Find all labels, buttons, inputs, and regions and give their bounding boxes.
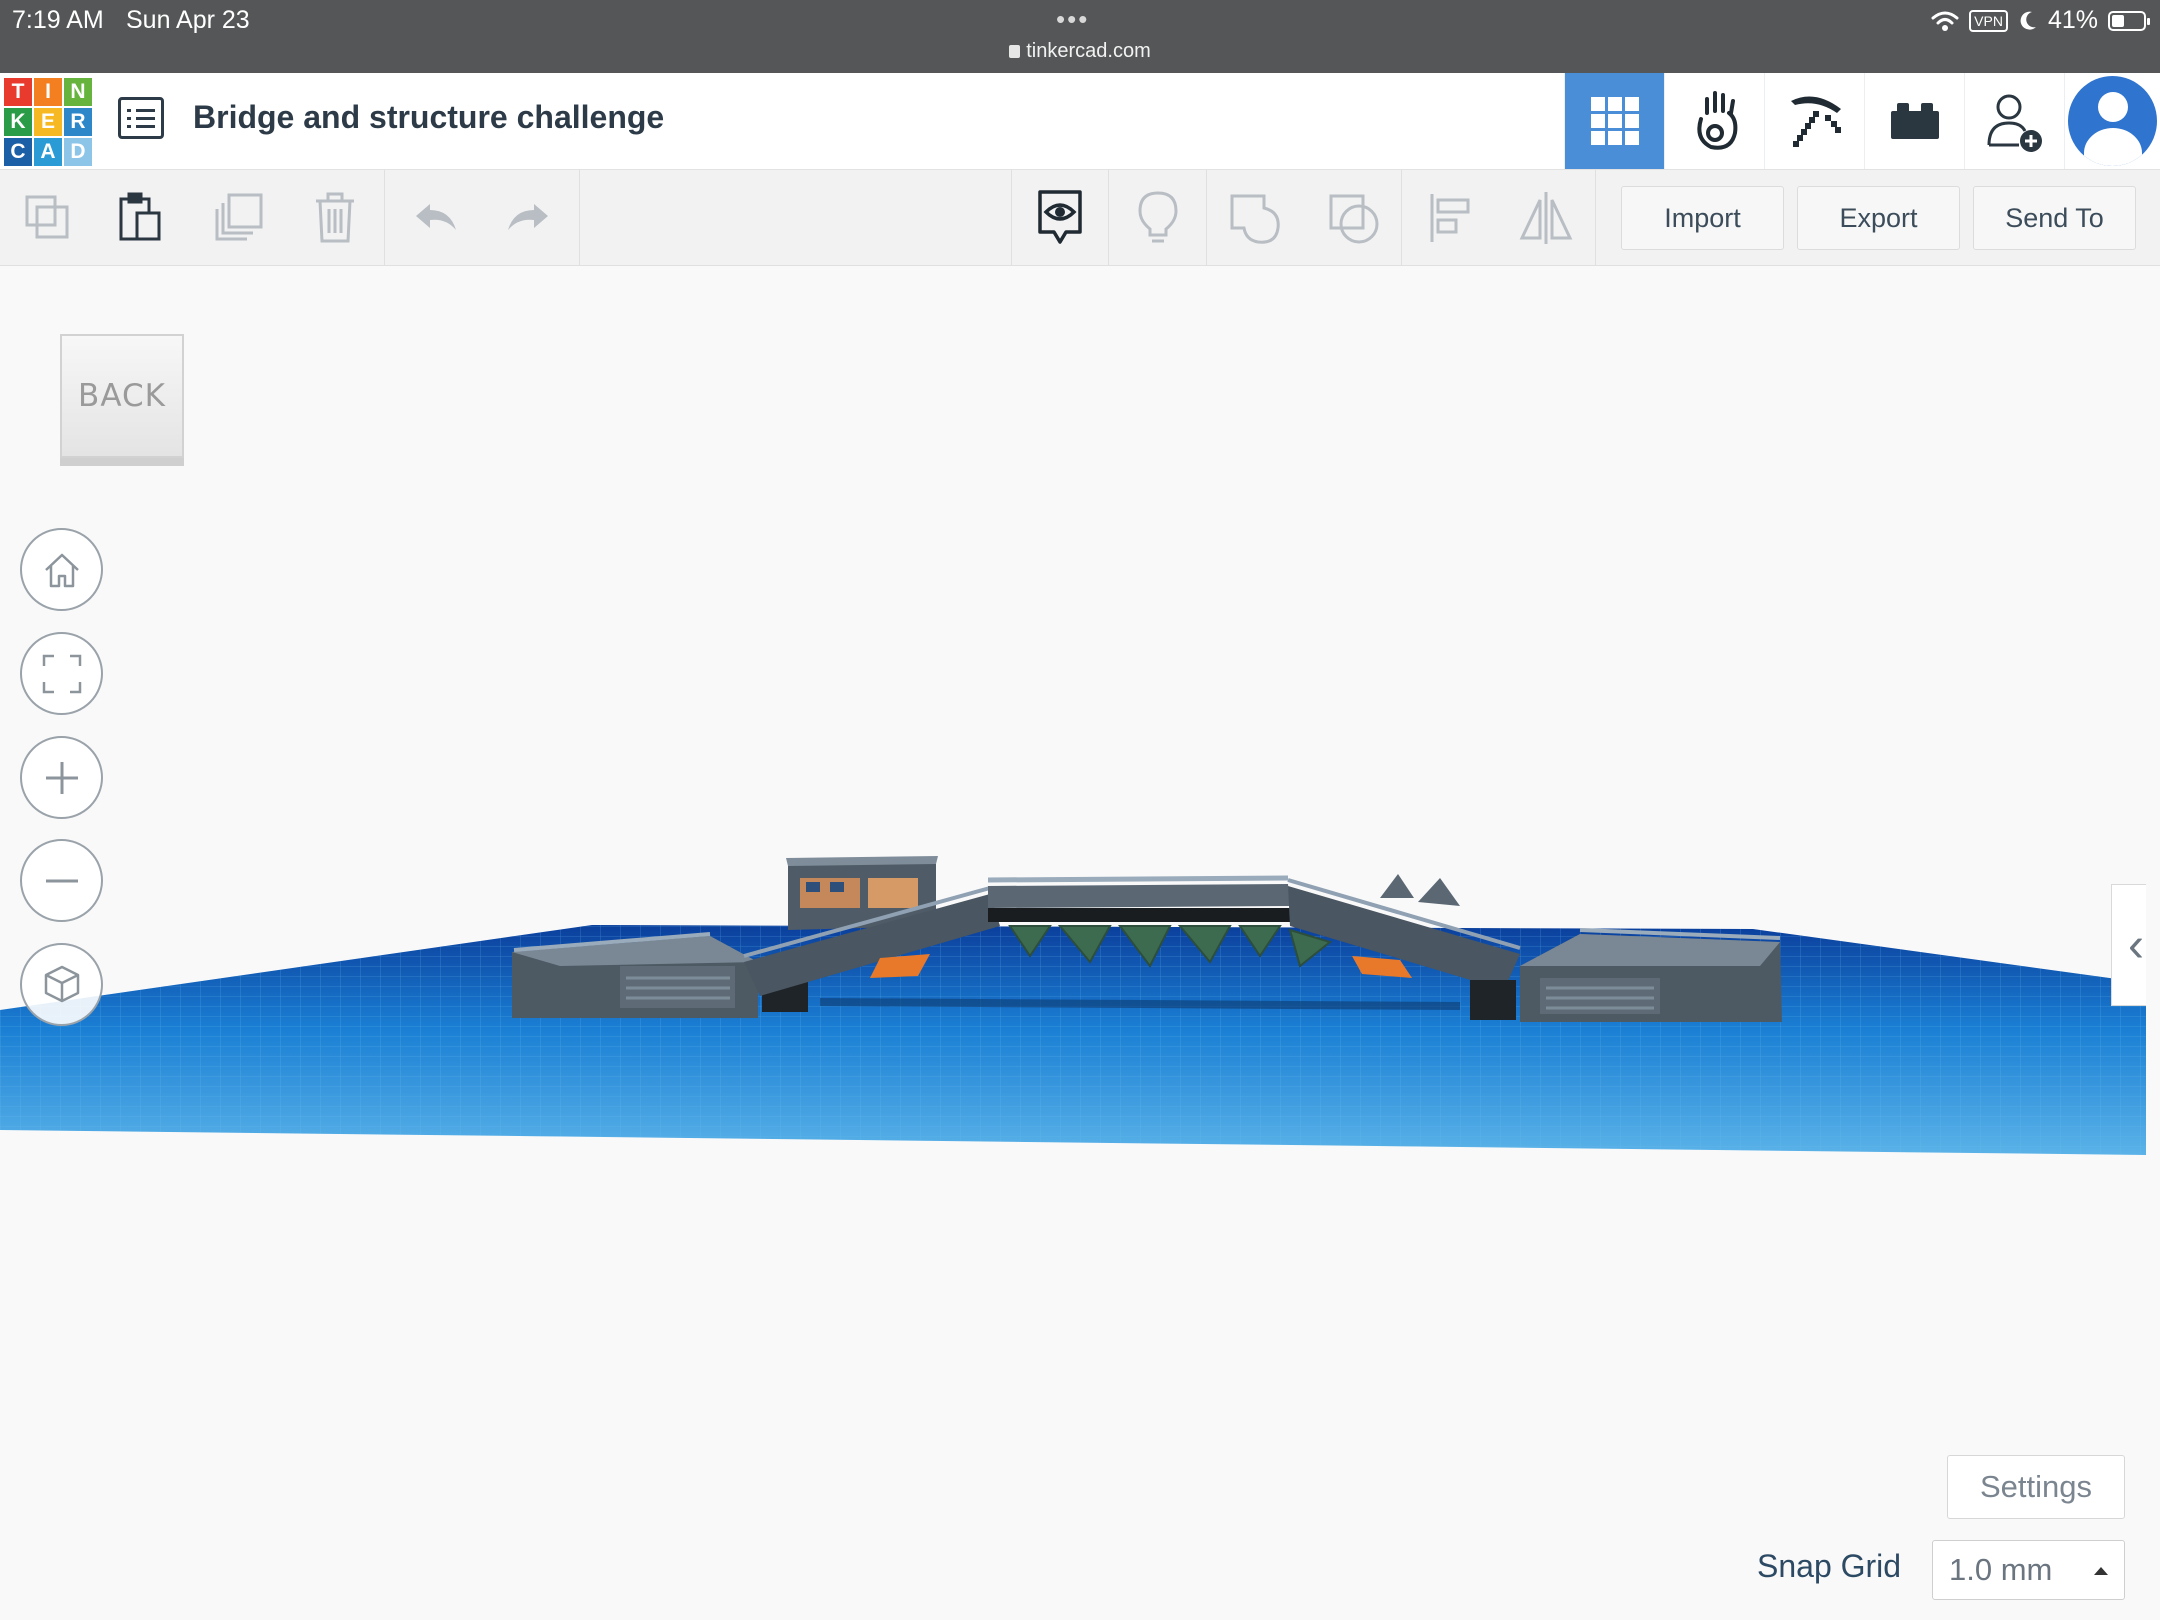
- view-cube[interactable]: BACK: [60, 334, 184, 458]
- status-date: Sun Apr 23: [126, 6, 250, 34]
- delete-icon[interactable]: [300, 184, 370, 252]
- logo-letter: N: [64, 78, 92, 106]
- logo-letter: K: [4, 108, 32, 136]
- panel-collapse-tab[interactable]: ‹: [2111, 884, 2146, 1006]
- paste-icon[interactable]: [105, 184, 175, 252]
- ungroup-icon[interactable]: [1320, 184, 1390, 252]
- send-to-button[interactable]: Send To: [1973, 186, 2136, 250]
- copy-icon[interactable]: [13, 184, 83, 252]
- view-cube-label: BACK: [78, 378, 166, 414]
- vpn-badge: VPN: [1969, 9, 2008, 32]
- fit-all-button[interactable]: [20, 632, 103, 715]
- redo-icon[interactable]: [494, 184, 564, 252]
- import-button[interactable]: Import: [1621, 186, 1784, 250]
- align-icon[interactable]: [1416, 184, 1486, 252]
- ortho-view-icon: [44, 965, 79, 1002]
- undo-icon[interactable]: [400, 184, 470, 252]
- snap-grid-select[interactable]: 1.0 mm: [1932, 1540, 2125, 1600]
- logo-letter: T: [4, 78, 32, 106]
- chevron-left-icon: ‹: [2128, 918, 2144, 972]
- logo-letter: C: [4, 138, 32, 166]
- wifi-icon: [1931, 11, 1959, 31]
- url-display[interactable]: tinkercad.com: [0, 40, 2160, 63]
- workplane-grid[interactable]: [0, 916, 2146, 1166]
- avatar[interactable]: [2068, 76, 2157, 166]
- battery-percent: 41%: [2047, 6, 2098, 34]
- status-bar: 7:19 AM Sun Apr 23 ••• tinkercad.com VPN…: [0, 0, 2160, 73]
- design-title[interactable]: Bridge and structure challenge: [193, 99, 664, 136]
- design-menu-icon[interactable]: [118, 97, 164, 139]
- home-view-icon: [44, 553, 79, 587]
- logo-letter: I: [34, 78, 62, 106]
- duplicate-icon[interactable]: [205, 184, 275, 252]
- 3d-scene[interactable]: [0, 266, 2146, 1620]
- user-avatar-tab[interactable]: [2064, 73, 2160, 169]
- 3d-design-view-icon[interactable]: [1564, 73, 1664, 169]
- moon-icon: [2020, 11, 2036, 30]
- caret-up-icon: [2094, 1567, 2108, 1575]
- app-header: TIN KER CAD Bridge and structure challenge: [0, 73, 2160, 170]
- lego-view-icon[interactable]: [1864, 73, 1964, 169]
- bricks-view-icon[interactable]: [1764, 73, 1864, 169]
- status-indicators: VPN 41%: [1931, 6, 2150, 35]
- url-text: tinkercad.com: [1026, 40, 1151, 62]
- blocks-view-icon[interactable]: [1664, 73, 1764, 169]
- zoom-in-button[interactable]: [20, 736, 103, 819]
- zoom-out-button[interactable]: [20, 839, 103, 922]
- notes-visibility-icon[interactable]: [1025, 184, 1095, 252]
- zoom-out-icon: [45, 879, 78, 882]
- battery-icon: [2108, 10, 2150, 31]
- settings-button[interactable]: Settings: [1947, 1455, 2125, 1519]
- workplane-viewport[interactable]: BACK ‹ Settings Snap Grid 1.0 mm: [0, 266, 2146, 1620]
- fit-all-icon: [42, 654, 81, 693]
- export-button[interactable]: Export: [1797, 186, 1960, 250]
- invite-user-icon[interactable]: [1964, 73, 2064, 169]
- status-time: 7:19 AM: [12, 6, 104, 34]
- edit-toolbar: Import Export Send To: [0, 170, 2160, 266]
- tinkercad-logo[interactable]: TIN KER CAD: [4, 78, 92, 166]
- ortho-view-button[interactable]: [20, 943, 103, 1026]
- logo-letter: R: [64, 108, 92, 136]
- zoom-in-icon: [45, 761, 78, 794]
- logo-letter: E: [34, 108, 62, 136]
- logo-letter: D: [64, 138, 92, 166]
- home-view-button[interactable]: [20, 528, 103, 611]
- snap-grid-label: Snap Grid: [1757, 1548, 1902, 1584]
- lock-icon: [1009, 45, 1021, 58]
- mirror-icon[interactable]: [1511, 184, 1581, 252]
- snap-grid-value: 1.0 mm: [1949, 1552, 2053, 1587]
- logo-letter: A: [34, 138, 62, 166]
- multitasking-dots[interactable]: •••: [1056, 4, 1089, 35]
- group-icon[interactable]: [1221, 184, 1291, 252]
- lightbulb-icon[interactable]: [1123, 184, 1193, 252]
- view-switcher: [1564, 73, 2160, 169]
